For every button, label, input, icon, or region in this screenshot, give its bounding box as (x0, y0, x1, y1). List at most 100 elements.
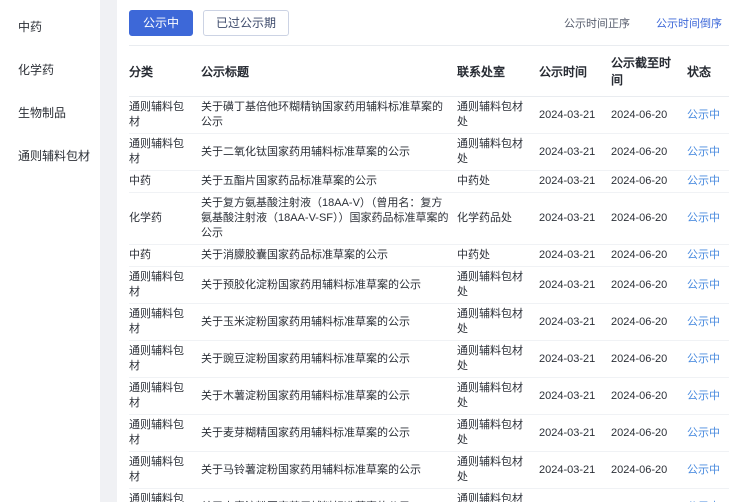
row-end-date: 2024-06-20 (611, 304, 687, 341)
row-office: 通则辅料包材处 (457, 452, 539, 489)
announcement-title[interactable]: 关于磺丁基倍他环糊精钠国家药用辅料标准草案的公示 (201, 97, 457, 134)
row-category: 通则辅料包材 (129, 452, 201, 489)
announcement-title[interactable]: 关于马铃薯淀粉国家药用辅料标准草案的公示 (201, 452, 457, 489)
table-row[interactable]: 通则辅料包材 关于木薯淀粉国家药用辅料标准草案的公示 通则辅料包材处 2024-… (129, 378, 729, 415)
tab-past-publicity[interactable]: 已过公示期 (203, 10, 289, 36)
row-category: 中药 (129, 245, 201, 267)
row-start-date: 2024-03-21 (539, 193, 611, 245)
header-office: 联系处室 (457, 46, 539, 97)
category-sidebar: 中药 化学药 生物制品 通则辅料包材 (0, 0, 100, 502)
row-start-date: 2024-03-21 (539, 267, 611, 304)
toolbar: 公示中 已过公示期 公示时间正序 公示时间倒序 (129, 0, 722, 45)
header-start-time: 公示时间 (539, 46, 611, 97)
status-link[interactable]: 公示中 (687, 304, 729, 341)
table-row[interactable]: 化学药 关于复方氨基酸注射液（18AA-V）（曾用名：复方氨基酸注射液（18AA… (129, 193, 729, 245)
row-end-date: 2024-06-20 (611, 193, 687, 245)
row-end-date: 2024-06-20 (611, 452, 687, 489)
sort-time-descending-link[interactable]: 公示时间倒序 (656, 15, 722, 31)
row-category: 通则辅料包材 (129, 415, 201, 452)
row-end-date: 2024-06-20 (611, 489, 687, 502)
status-link[interactable]: 公示中 (687, 341, 729, 378)
row-office: 通则辅料包材处 (457, 267, 539, 304)
row-office: 中药处 (457, 171, 539, 193)
row-end-date: 2024-06-20 (611, 341, 687, 378)
row-category: 通则辅料包材 (129, 134, 201, 171)
row-category: 中药 (129, 171, 201, 193)
row-category: 通则辅料包材 (129, 378, 201, 415)
sidebar-item-1[interactable]: 化学药 (0, 48, 100, 91)
table-row[interactable]: 通则辅料包材 关于马铃薯淀粉国家药用辅料标准草案的公示 通则辅料包材处 2024… (129, 452, 729, 489)
row-start-date: 2024-03-21 (539, 97, 611, 134)
announcement-title[interactable]: 关于木薯淀粉国家药用辅料标准草案的公示 (201, 378, 457, 415)
status-link[interactable]: 公示中 (687, 97, 729, 134)
row-office: 通则辅料包材处 (457, 415, 539, 452)
sidebar-item-3[interactable]: 通则辅料包材 (0, 134, 100, 177)
row-start-date: 2024-03-21 (539, 452, 611, 489)
row-office: 通则辅料包材处 (457, 489, 539, 502)
table-row[interactable]: 中药 关于五酯片国家药品标准草案的公示 中药处 2024-03-21 2024-… (129, 171, 729, 193)
row-end-date: 2024-06-20 (611, 97, 687, 134)
row-office: 通则辅料包材处 (457, 134, 539, 171)
row-office: 通则辅料包材处 (457, 97, 539, 134)
sidebar-item-0[interactable]: 中药 (0, 5, 100, 48)
status-link[interactable]: 公示中 (687, 245, 729, 267)
table-header-row: 分类 公示标题 联系处室 公示时间 公示截至时间 状态 (129, 46, 729, 97)
status-link[interactable]: 公示中 (687, 171, 729, 193)
header-category: 分类 (129, 46, 201, 97)
row-end-date: 2024-06-20 (611, 415, 687, 452)
status-link[interactable]: 公示中 (687, 267, 729, 304)
row-start-date: 2024-03-21 (539, 134, 611, 171)
row-start-date: 2024-03-21 (539, 341, 611, 378)
row-start-date: 2024-03-21 (539, 378, 611, 415)
announcement-title[interactable]: 关于五酯片国家药品标准草案的公示 (201, 171, 457, 193)
header-end-time: 公示截至时间 (611, 46, 687, 97)
header-status: 状态 (687, 46, 729, 97)
table-row[interactable]: 通则辅料包材 关于小麦淀粉国家药用辅料标准草案的公示 通则辅料包材处 2024-… (129, 489, 729, 502)
status-link[interactable]: 公示中 (687, 452, 729, 489)
sidebar-divider (100, 0, 117, 502)
announcement-title[interactable]: 关于消朦胶囊国家药品标准草案的公示 (201, 245, 457, 267)
table-row[interactable]: 通则辅料包材 关于麦芽糊精国家药用辅料标准草案的公示 通则辅料包材处 2024-… (129, 415, 729, 452)
announcement-table: 分类 公示标题 联系处室 公示时间 公示截至时间 状态 通则辅料包材 关于磺丁基… (129, 45, 729, 502)
sidebar-item-2[interactable]: 生物制品 (0, 91, 100, 134)
tab-in-publicity[interactable]: 公示中 (129, 10, 193, 36)
status-link[interactable]: 公示中 (687, 489, 729, 502)
table-row[interactable]: 通则辅料包材 关于磺丁基倍他环糊精钠国家药用辅料标准草案的公示 通则辅料包材处 … (129, 97, 729, 134)
announcement-title[interactable]: 关于豌豆淀粉国家药用辅料标准草案的公示 (201, 341, 457, 378)
table-row[interactable]: 中药 关于消朦胶囊国家药品标准草案的公示 中药处 2024-03-21 2024… (129, 245, 729, 267)
row-category: 化学药 (129, 193, 201, 245)
announcement-title[interactable]: 关于复方氨基酸注射液（18AA-V）（曾用名：复方氨基酸注射液（18AA-V-S… (201, 193, 457, 245)
row-category: 通则辅料包材 (129, 97, 201, 134)
row-start-date: 2024-03-21 (539, 245, 611, 267)
row-start-date: 2024-03-21 (539, 304, 611, 341)
sort-time-ascending-link[interactable]: 公示时间正序 (564, 15, 630, 31)
announcement-title[interactable]: 关于二氧化钛国家药用辅料标准草案的公示 (201, 134, 457, 171)
table-row[interactable]: 通则辅料包材 关于预胶化淀粉国家药用辅料标准草案的公示 通则辅料包材处 2024… (129, 267, 729, 304)
row-category: 通则辅料包材 (129, 267, 201, 304)
status-link[interactable]: 公示中 (687, 415, 729, 452)
status-link[interactable]: 公示中 (687, 193, 729, 245)
table-row[interactable]: 通则辅料包材 关于豌豆淀粉国家药用辅料标准草案的公示 通则辅料包材处 2024-… (129, 341, 729, 378)
page: 中药 化学药 生物制品 通则辅料包材 公示中 已过公示期 公示时间正序 公示时间… (0, 0, 730, 502)
row-start-date: 2024-03-21 (539, 489, 611, 502)
row-office: 中药处 (457, 245, 539, 267)
row-office: 通则辅料包材处 (457, 378, 539, 415)
table-row[interactable]: 通则辅料包材 关于二氧化钛国家药用辅料标准草案的公示 通则辅料包材处 2024-… (129, 134, 729, 171)
status-link[interactable]: 公示中 (687, 134, 729, 171)
announcement-title[interactable]: 关于预胶化淀粉国家药用辅料标准草案的公示 (201, 267, 457, 304)
status-link[interactable]: 公示中 (687, 378, 729, 415)
row-end-date: 2024-06-20 (611, 267, 687, 304)
row-end-date: 2024-06-20 (611, 378, 687, 415)
announcement-title[interactable]: 关于麦芽糊精国家药用辅料标准草案的公示 (201, 415, 457, 452)
row-end-date: 2024-06-20 (611, 245, 687, 267)
row-end-date: 2024-06-20 (611, 134, 687, 171)
row-office: 通则辅料包材处 (457, 341, 539, 378)
table-row[interactable]: 通则辅料包材 关于玉米淀粉国家药用辅料标准草案的公示 通则辅料包材处 2024-… (129, 304, 729, 341)
row-office: 通则辅料包材处 (457, 304, 539, 341)
announcement-title[interactable]: 关于玉米淀粉国家药用辅料标准草案的公示 (201, 304, 457, 341)
announcement-title[interactable]: 关于小麦淀粉国家药用辅料标准草案的公示 (201, 489, 457, 502)
row-category: 通则辅料包材 (129, 489, 201, 502)
row-category: 通则辅料包材 (129, 341, 201, 378)
row-office: 化学药品处 (457, 193, 539, 245)
row-category: 通则辅料包材 (129, 304, 201, 341)
